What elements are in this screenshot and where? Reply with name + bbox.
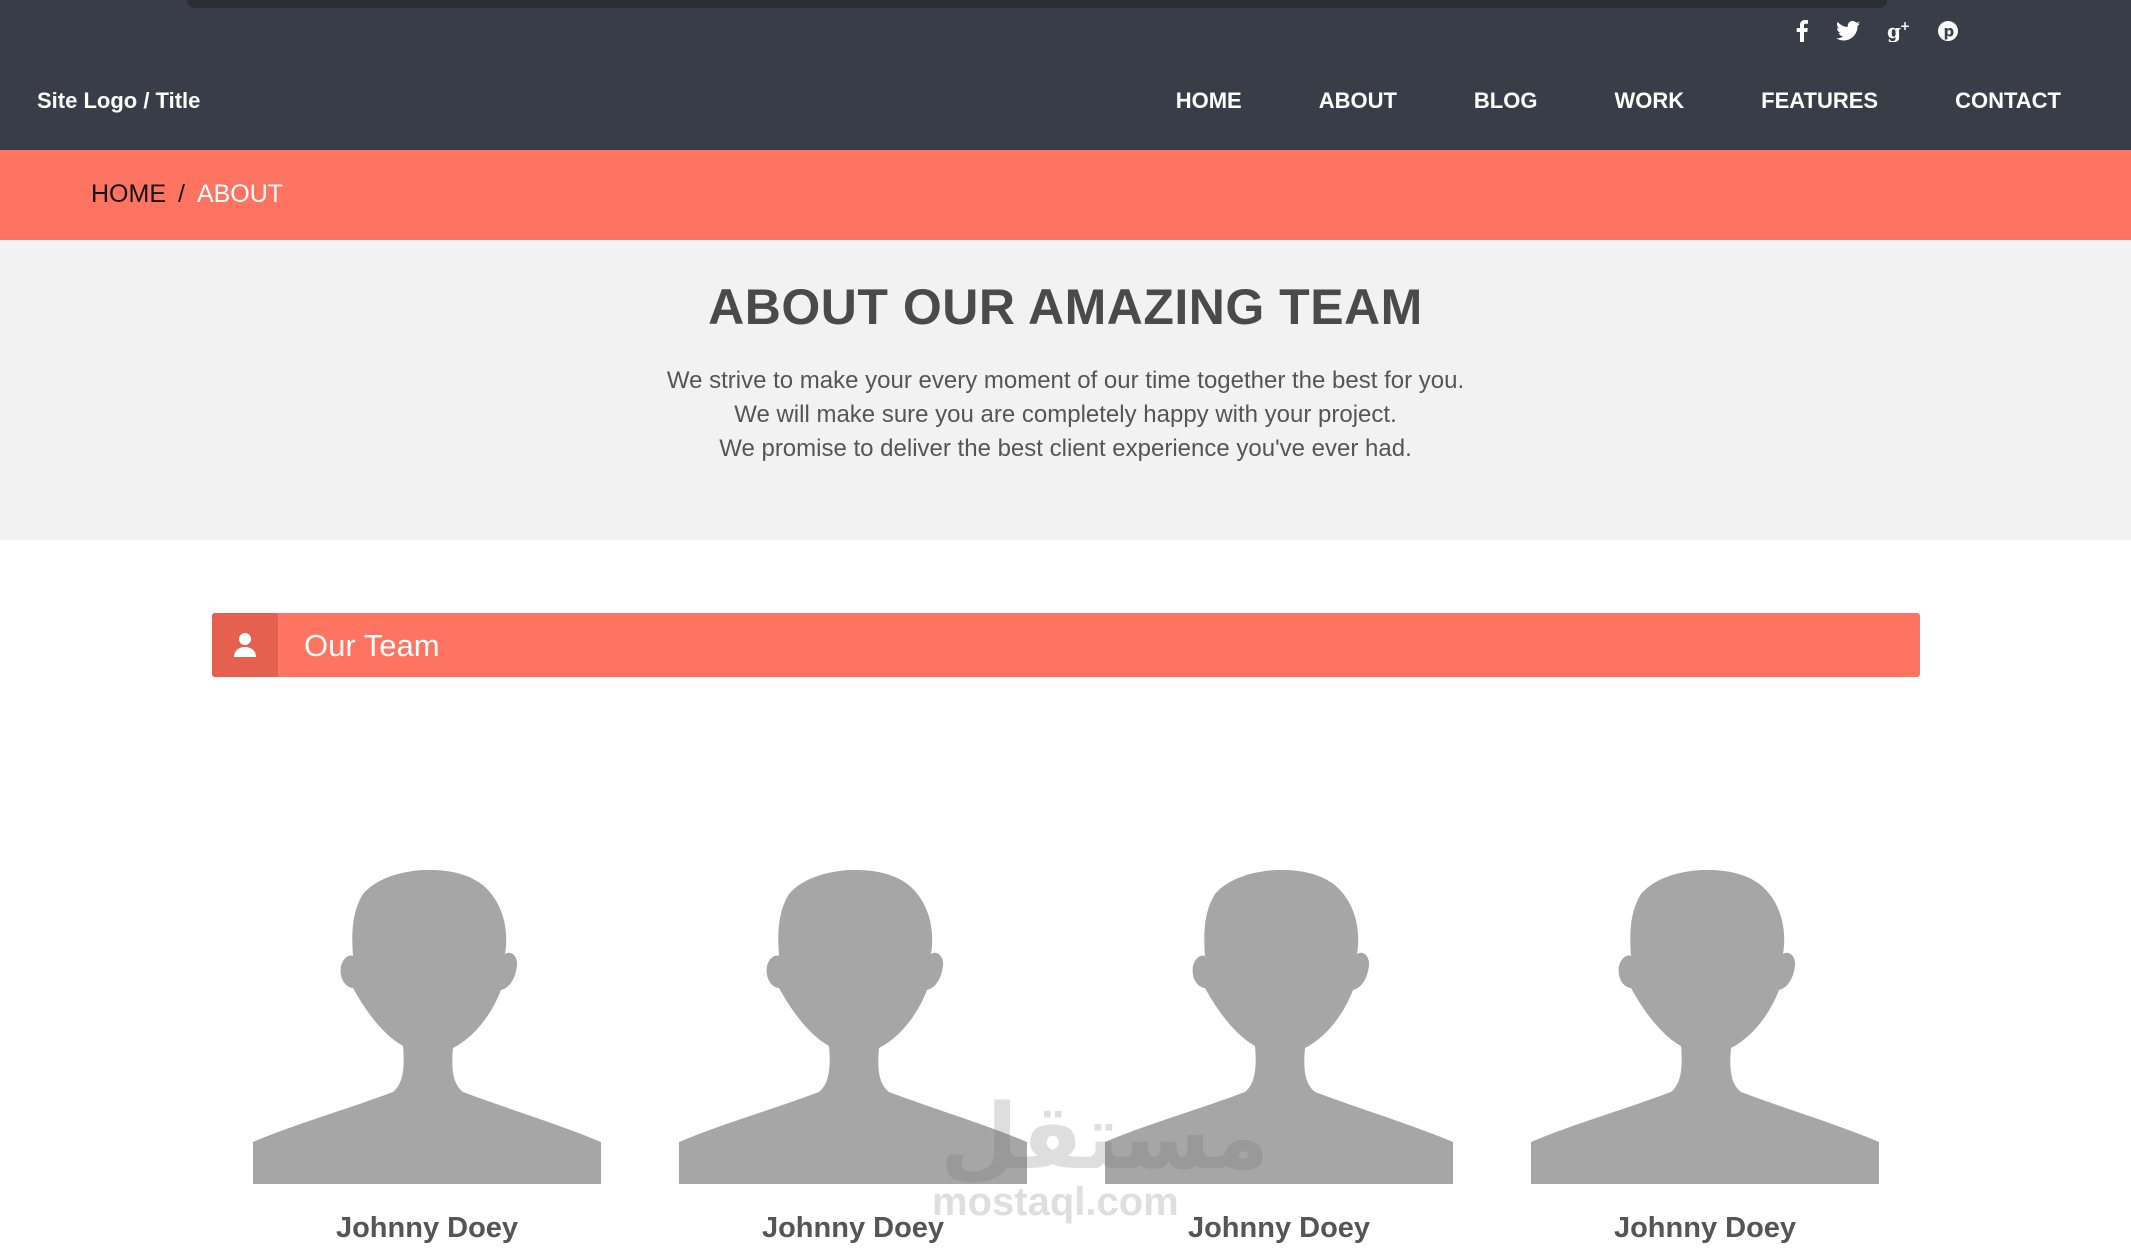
pinterest-icon[interactable]: p [1933,16,1963,46]
intro-line: We promise to deliver the best client ex… [719,435,1412,462]
breadcrumb: HOME / ABOUT [91,180,283,209]
team-member-name: Johnny Doey [1613,1212,1797,1244]
team-member-card[interactable]: Johnny Doey [679,870,1027,1244]
nav-blog[interactable]: BLOG [1474,88,1538,114]
site-header: g + p Site Logo / Title HOME ABOUT BLOG W… [0,0,2131,150]
team-member-card[interactable]: Johnny Doey [1105,870,1453,1244]
svg-text:g: g [1887,20,1901,42]
svg-text:p: p [1944,23,1955,41]
nav-features[interactable]: FEATURES [1761,88,1878,114]
google-plus-icon[interactable]: g + [1883,16,1913,46]
team-member-name: Johnny Doey [335,1212,519,1244]
person-silhouette-icon [1105,870,1453,1184]
team-member-card[interactable]: Johnny Doey [253,870,601,1244]
intro-text: We strive to make your every moment of o… [0,364,2131,466]
breadcrumb-separator: / [178,180,185,208]
intro-line: We strive to make your every moment of o… [666,367,1465,394]
breadcrumb-home-link[interactable]: HOME [91,180,166,209]
social-links: g + p [0,16,2131,46]
person-silhouette-icon [1531,870,1879,1184]
twitter-icon[interactable] [1833,16,1863,46]
team-member-name: Johnny Doey [1187,1212,1371,1244]
nav-about[interactable]: ABOUT [1319,88,1397,114]
about-intro: ABOUT OUR AMAZING TEAM We strive to make… [0,240,2131,540]
svg-text:+: + [1900,20,1910,33]
user-icon [212,613,278,677]
breadcrumb-bar: HOME / ABOUT [0,150,2131,240]
intro-line: We will make sure you are completely hap… [734,401,1397,428]
main-nav: HOME ABOUT BLOG WORK FEATURES CONTACT [1099,88,2061,114]
browser-top-strip [187,0,1887,8]
our-team-header: Our Team [212,613,1920,677]
team-member-card[interactable]: Johnny Doey [1531,870,1879,1244]
nav-home[interactable]: HOME [1176,88,1242,114]
team-member-name: Johnny Doey [761,1212,945,1244]
facebook-icon[interactable] [1787,16,1817,46]
site-logo-title[interactable]: Site Logo / Title [37,88,200,114]
page-title: ABOUT OUR AMAZING TEAM [708,279,1423,335]
breadcrumb-current: ABOUT [196,180,284,208]
nav-work[interactable]: WORK [1614,88,1684,114]
nav-contact[interactable]: CONTACT [1955,88,2061,114]
person-silhouette-icon [679,870,1027,1184]
our-team-title: Our Team [304,628,440,663]
person-silhouette-icon [253,870,601,1184]
